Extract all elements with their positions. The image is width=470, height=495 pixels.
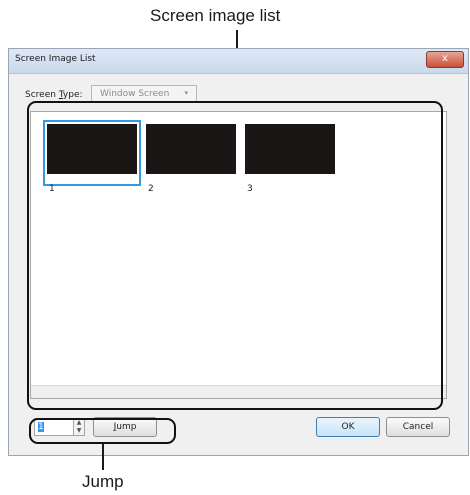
callout-box-screen-image-list [27,101,443,410]
callout-line-bottom [102,444,104,470]
screen-type-label: Screen Type: [25,90,83,100]
close-button[interactable]: x [426,51,464,68]
chevron-down-icon: ▾ [184,89,188,97]
dialog-title: Screen Image List [15,54,96,64]
callout-jump: Jump [82,472,124,491]
title-bar: Screen Image List x [9,49,468,74]
cancel-button[interactable]: Cancel [386,417,450,437]
callout-box-jump [29,418,176,444]
close-icon: x [442,53,448,64]
screen-type-value: Window Screen [100,89,170,99]
callout-screen-image-list: Screen image list [150,6,281,25]
ok-button[interactable]: OK [316,417,380,437]
